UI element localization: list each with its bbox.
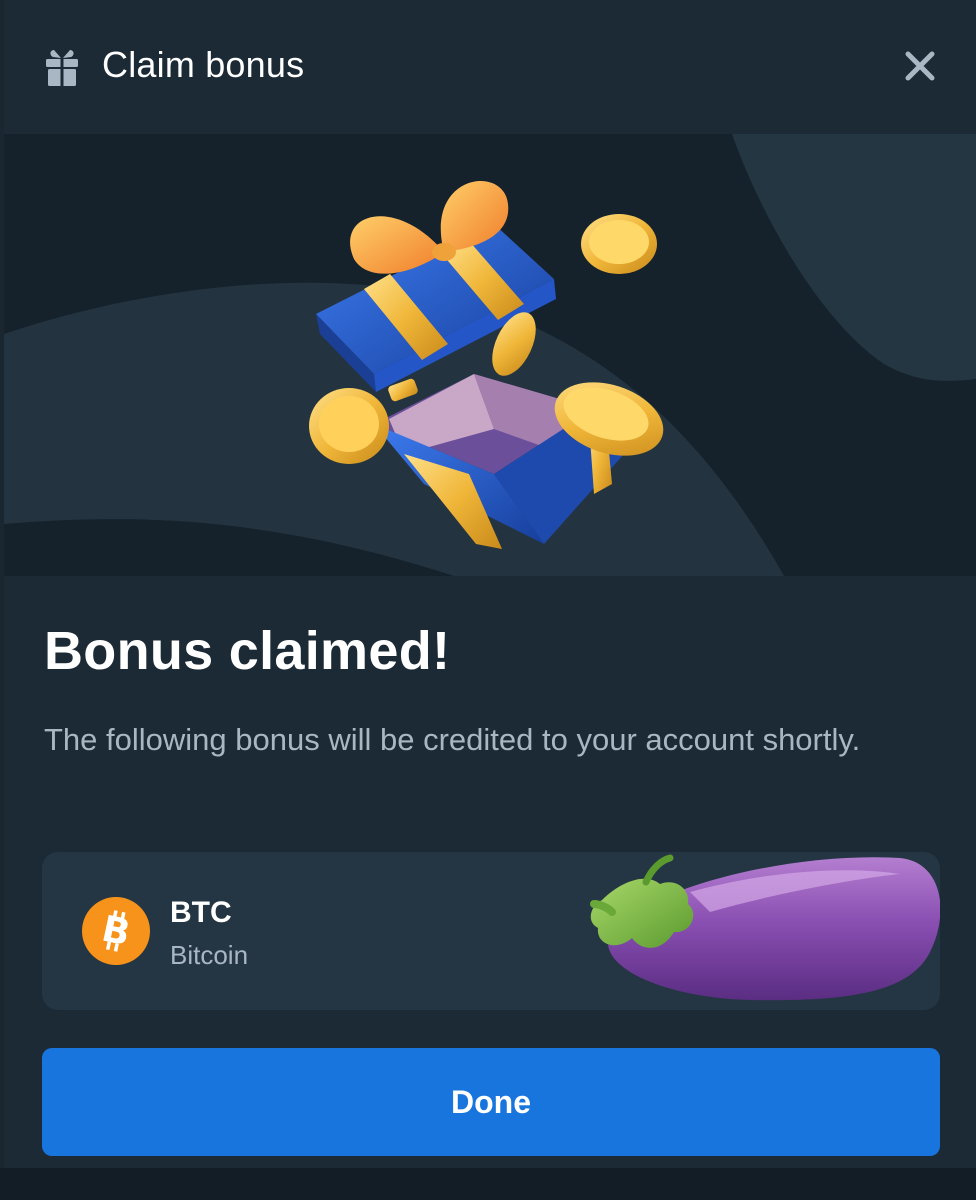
bonus-currency-card: B BTC Bitcoin [42,852,940,1010]
claim-bonus-modal: Claim bonus Bonus claimed! The following… [4,0,976,1168]
gift-icon [46,50,78,86]
close-icon[interactable] [900,46,940,86]
hero-banner [4,134,976,576]
currency-code: BTC [170,896,232,929]
backdrop-underlay [0,1168,976,1200]
eggplant-sticker [590,854,940,1001]
modal-header: Claim bonus [4,0,976,134]
gift-box-illustration [309,181,664,549]
bitcoin-icon: B [82,897,150,965]
done-button[interactable]: Done [42,1048,940,1156]
success-headline: Bonus claimed! [44,621,451,681]
success-description: The following bonus will be credited to … [44,722,861,757]
currency-name: Bitcoin [170,940,249,970]
modal-title: Claim bonus [102,44,305,85]
